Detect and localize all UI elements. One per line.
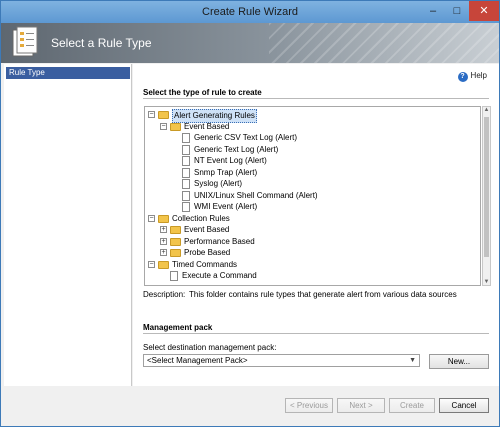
close-button[interactable]: ✕	[469, 1, 499, 21]
tree-scrollbar[interactable]: ▲ ▼	[482, 106, 491, 286]
tree-item-node[interactable]: WMI Event (Alert)	[145, 201, 475, 213]
collapse-icon[interactable]: −	[148, 214, 155, 222]
rule-document-icon	[182, 144, 190, 155]
rule-document-icon	[182, 202, 190, 212]
minimize-button[interactable]: –	[421, 1, 445, 21]
tree-node-label: WMI Event (Alert)	[194, 202, 258, 211]
expand-icon[interactable]: +	[160, 249, 167, 256]
tree-node-label: Performance Based	[184, 236, 255, 246]
rule-document-icon	[182, 167, 190, 178]
tree-item-node[interactable]: UNIX/Linux Shell Command (Alert)	[145, 190, 475, 202]
section-title-rule-type: Select the type of rule to create	[143, 88, 262, 97]
scroll-down-arrow-icon[interactable]: ▼	[483, 279, 490, 285]
section-divider	[143, 333, 489, 334]
expand-icon[interactable]: +	[160, 237, 167, 245]
expand-icon[interactable]: +	[160, 226, 167, 233]
tree-node-label: Event Based	[184, 225, 230, 234]
collapse-icon[interactable]: −	[148, 111, 155, 118]
tree-item-node[interactable]: Execute a Command	[145, 270, 475, 282]
section-title-management-pack: Management pack	[143, 323, 213, 332]
chevron-down-icon[interactable]: ▼	[409, 355, 416, 366]
wizard-content: ? Help Select the type of rule to create …	[133, 64, 499, 386]
rule-document-icon	[182, 133, 190, 143]
folder-icon	[170, 237, 181, 246]
tree-node-label: Syslog (Alert)	[194, 179, 243, 188]
folder-icon	[170, 249, 181, 257]
rule-type-tree[interactable]: − Alert Generating Rules − Event Based Gener…	[144, 106, 481, 286]
scroll-thumb[interactable]	[484, 117, 489, 257]
tree-node-label: UNIX/Linux Shell Command (Alert)	[194, 190, 318, 200]
rule-document-icon	[182, 156, 190, 166]
wizard-footer: < Previous Next > Create Cancel	[1, 386, 499, 426]
help-label: Help	[470, 71, 487, 80]
tree-folder-node[interactable]: − Timed Commands	[145, 259, 475, 271]
collapse-icon[interactable]: −	[148, 260, 155, 268]
folder-icon	[170, 226, 181, 234]
tree-node-label: Probe Based	[184, 248, 231, 257]
create-button[interactable]: Create	[389, 398, 435, 413]
tree-node-label: Timed Commands	[172, 259, 238, 269]
collapse-icon[interactable]: −	[160, 122, 167, 130]
page-title: Select a Rule Type	[51, 36, 152, 50]
tree-item-node[interactable]: Snmp Trap (Alert)	[145, 167, 475, 179]
new-management-pack-button[interactable]: New...	[429, 354, 489, 369]
folder-icon	[158, 111, 169, 119]
wizard-steps-nav: Rule Type	[4, 64, 132, 386]
tree-node-label: Snmp Trap (Alert)	[194, 167, 258, 177]
title-bar: Create Rule Wizard – □ ✕	[1, 1, 499, 23]
tree-folder-node[interactable]: + Performance Based	[145, 236, 475, 248]
tree-node-label: Collection Rules	[172, 213, 230, 223]
tree-node-label: Event Based	[184, 121, 230, 131]
tree-node-label: Execute a Command	[182, 271, 257, 280]
tree-folder-node[interactable]: + Probe Based	[145, 247, 475, 259]
tree-item-node[interactable]: NT Event Log (Alert)	[145, 155, 475, 167]
cancel-button[interactable]: Cancel	[439, 398, 489, 413]
tree-node-label: Generic CSV Text Log (Alert)	[194, 133, 298, 142]
tree-folder-node[interactable]: − Collection Rules	[145, 213, 475, 225]
tree-item-node[interactable]: Generic CSV Text Log (Alert)	[145, 132, 475, 144]
tree-folder-node[interactable]: − Event Based	[145, 121, 475, 133]
folder-icon	[158, 214, 169, 223]
tree-node-label: NT Event Log (Alert)	[194, 156, 267, 165]
wizard-page-icon	[12, 26, 38, 57]
management-pack-label: Select destination management pack:	[143, 343, 277, 352]
wizard-window: Create Rule Wizard – □ ✕ Select a Rule T…	[0, 0, 500, 427]
next-button[interactable]: Next >	[337, 398, 385, 413]
maximize-button[interactable]: □	[445, 1, 469, 21]
description-text: This folder contains rule types that gen…	[189, 290, 457, 299]
section-divider	[143, 98, 489, 99]
management-pack-select[interactable]: <Select Management Pack> ▼	[143, 354, 420, 367]
nav-item-rule-type[interactable]: Rule Type	[6, 67, 130, 79]
wizard-header: Select a Rule Type	[1, 23, 499, 63]
help-icon: ?	[457, 72, 468, 82]
tree-item-node[interactable]: Generic Text Log (Alert)	[145, 144, 475, 156]
folder-icon	[170, 122, 181, 131]
folder-icon	[158, 260, 169, 269]
rule-document-icon	[182, 190, 190, 201]
description-label: Description:	[143, 290, 186, 299]
scroll-up-arrow-icon[interactable]: ▲	[483, 107, 490, 113]
rule-document-icon	[182, 179, 190, 189]
help-link[interactable]: ? Help	[457, 71, 487, 82]
previous-button[interactable]: < Previous	[285, 398, 333, 413]
tree-node-label: Generic Text Log (Alert)	[194, 144, 279, 154]
header-decoration	[269, 23, 499, 63]
rule-document-icon	[170, 271, 178, 281]
tree-folder-node[interactable]: + Event Based	[145, 224, 475, 236]
management-pack-select-value: <Select Management Pack>	[147, 356, 248, 365]
tree-item-node[interactable]: Syslog (Alert)	[145, 178, 475, 190]
tree-folder-node[interactable]: − Alert Generating Rules	[145, 109, 475, 123]
